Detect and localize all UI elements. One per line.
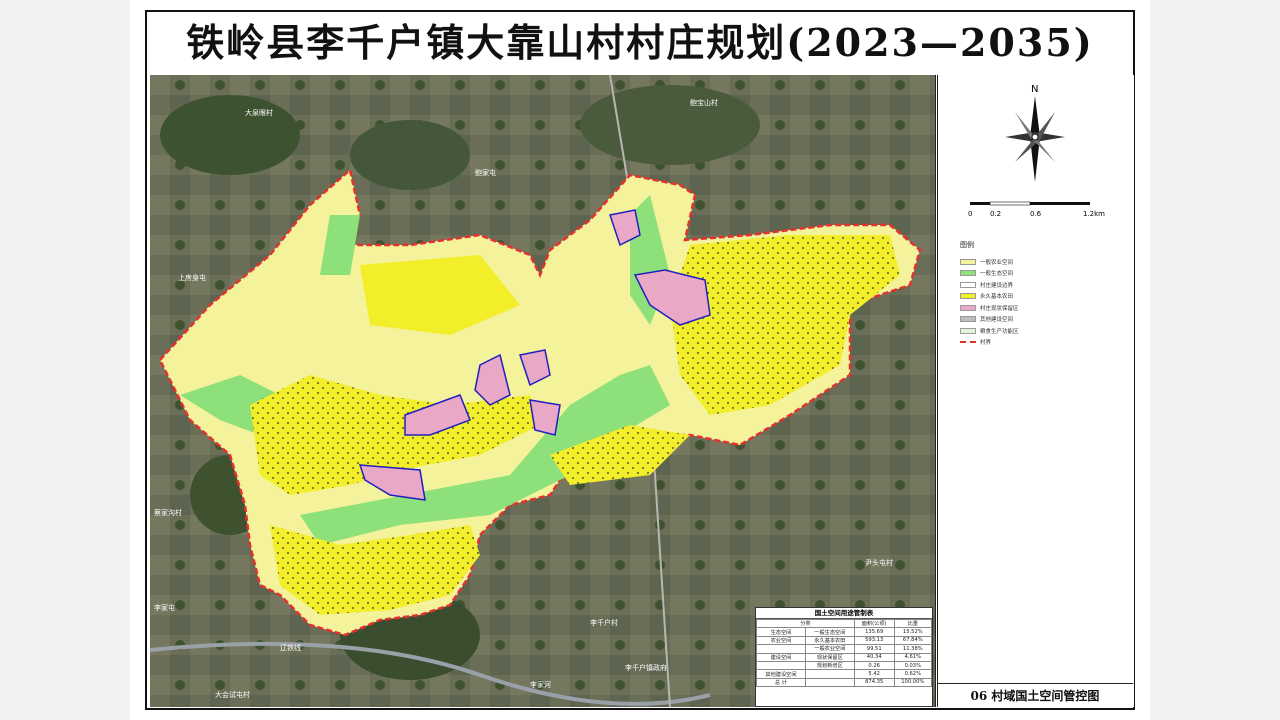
legend-item: 村界	[960, 337, 1130, 349]
place-label: 李家屯	[154, 603, 175, 612]
table-header: 分类	[756, 618, 855, 629]
table-cell: 874.35	[853, 677, 895, 688]
table-cell: 40.34	[853, 652, 895, 662]
legend-label: 村庄现状保留区	[980, 305, 1019, 312]
legend-swatch-icon	[960, 270, 976, 277]
place-label: 李千户村	[590, 618, 618, 627]
table-cell	[804, 677, 855, 688]
legend: 图例 一般农业空间 一般生态空间 村庄建设边界 永久基本农田 村庄现状保留区 其他建设空间…	[960, 240, 1130, 348]
legend-swatch-icon	[960, 341, 976, 344]
table-cell: 67.84%	[893, 635, 933, 646]
legend-label: 村界	[980, 340, 992, 347]
place-label: 大会试屯村	[215, 690, 250, 699]
table-cell	[804, 669, 855, 679]
legend-swatch-icon	[960, 258, 976, 265]
place-label: 李千户镇政府	[625, 663, 667, 672]
table-header: 面积(公顷)	[853, 618, 895, 629]
scale-tick: 0	[968, 210, 972, 218]
table-title: 国土空间用途管制表	[756, 608, 932, 619]
table-cell: 规划新增区	[804, 660, 855, 671]
legend-label: 其他建设空间	[980, 317, 1014, 324]
table-cell: 0.62%	[893, 669, 933, 679]
legend-swatch-icon	[960, 304, 976, 311]
place-label: 李家河	[530, 680, 551, 689]
legend-item: 村庄现状保留区	[960, 302, 1130, 314]
table-cell: 生态空间	[756, 627, 806, 637]
table-cell: 135.69	[853, 627, 895, 637]
legend-swatch-icon	[960, 327, 976, 334]
scale-tick: 1.2km	[1083, 210, 1105, 218]
place-label: 鲍家屯	[475, 168, 496, 177]
place-label: 大泉眼村	[245, 108, 273, 117]
village-reserve-zone	[529, 399, 561, 436]
right-margin	[1150, 0, 1280, 720]
table-row: 建设空间 现状保留区 40.34 4.61%	[756, 652, 933, 662]
map-caption: 06 村域国土空间管控图	[937, 683, 1133, 708]
legend-item: 一般农业空间	[960, 256, 1130, 268]
place-label: 上房身屯	[178, 273, 206, 282]
legend-label: 村庄建设边界	[980, 282, 1014, 289]
table-cell	[756, 660, 806, 671]
place-label: 鲍宝山村	[690, 98, 718, 107]
table-cell: 现状保留区	[804, 652, 855, 662]
scale-tick: 0.6	[1030, 210, 1042, 218]
table-cell: 其他建设空间	[756, 669, 806, 679]
forest-patch	[160, 95, 300, 175]
map-title: 铁岭县李千户镇大靠山村村庄规划(2023—2035)	[186, 20, 1094, 65]
legend-item: 其他建设空间	[960, 314, 1130, 326]
place-label: 辽铁线	[280, 643, 301, 652]
table-cell: 0.03%	[893, 660, 933, 671]
scale-tick: 0.2	[990, 210, 1001, 218]
legend-title: 图例	[960, 241, 974, 249]
land-use-control-table: 国土空间用途管制表 分类 面积(公顷) 比重 生态空间 一般生态空间 135.69 1…	[755, 607, 933, 707]
legend-label: 粮食生产功能区	[980, 328, 1019, 335]
table-cell	[756, 644, 806, 654]
legend-item: 一般生态空间	[960, 268, 1130, 280]
table-cell: 4.61%	[893, 652, 933, 662]
table-cell: 15.52%	[893, 627, 933, 637]
legend-item: 粮食生产功能区	[960, 325, 1130, 337]
north-label: N	[1031, 84, 1038, 95]
legend-swatch-icon	[960, 293, 976, 300]
table-cell: 593.13	[853, 635, 895, 646]
table-cell: 0.26	[853, 660, 895, 671]
table-row: 一般农业空间 99.51 11.38%	[756, 644, 933, 654]
legend-item: 永久基本农田	[960, 291, 1130, 303]
place-label: 尹头屯村	[865, 558, 893, 567]
table-cell: 99.51	[853, 644, 895, 654]
legend-item: 村庄建设边界	[960, 279, 1130, 291]
table-cell: 11.38%	[893, 644, 933, 654]
table-cell: 建设空间	[756, 652, 806, 662]
table-row: 其他建设空间 5.42 0.62%	[756, 669, 933, 679]
north-arrow: N	[1000, 82, 1070, 192]
table-cell: 永久基本农田	[804, 635, 855, 646]
table-header: 比重	[893, 618, 933, 629]
table-cell: 总 计	[756, 677, 806, 688]
table-row: 规划新增区 0.26 0.03%	[756, 660, 933, 671]
forest-patch	[580, 85, 760, 165]
legend-swatch-icon	[960, 281, 976, 288]
table-cell: 5.42	[853, 669, 895, 679]
table-row: 生态空间 一般生态空间 135.69 15.52%	[756, 627, 933, 637]
legend-label: 一般农业空间	[980, 259, 1014, 266]
legend-label: 一般生态空间	[980, 271, 1014, 278]
place-label: 蔡家沟村	[154, 508, 182, 517]
table-row: 农业空间 永久基本农田 593.13 67.84%	[756, 635, 933, 646]
legend-label: 永久基本农田	[980, 294, 1014, 301]
left-margin	[0, 0, 130, 720]
forest-patch	[350, 120, 470, 190]
table-cell: 一般生态空间	[804, 627, 855, 637]
scale-bar: 0 0.2 0.6 1.2km	[965, 196, 1125, 226]
table-cell: 农业空间	[756, 635, 806, 646]
table-cell: 一般农业空间	[804, 644, 855, 654]
table-row: 总 计 874.35 100.00%	[756, 677, 933, 688]
table-cell: 100.00%	[893, 677, 933, 688]
legend-swatch-icon	[960, 316, 976, 323]
